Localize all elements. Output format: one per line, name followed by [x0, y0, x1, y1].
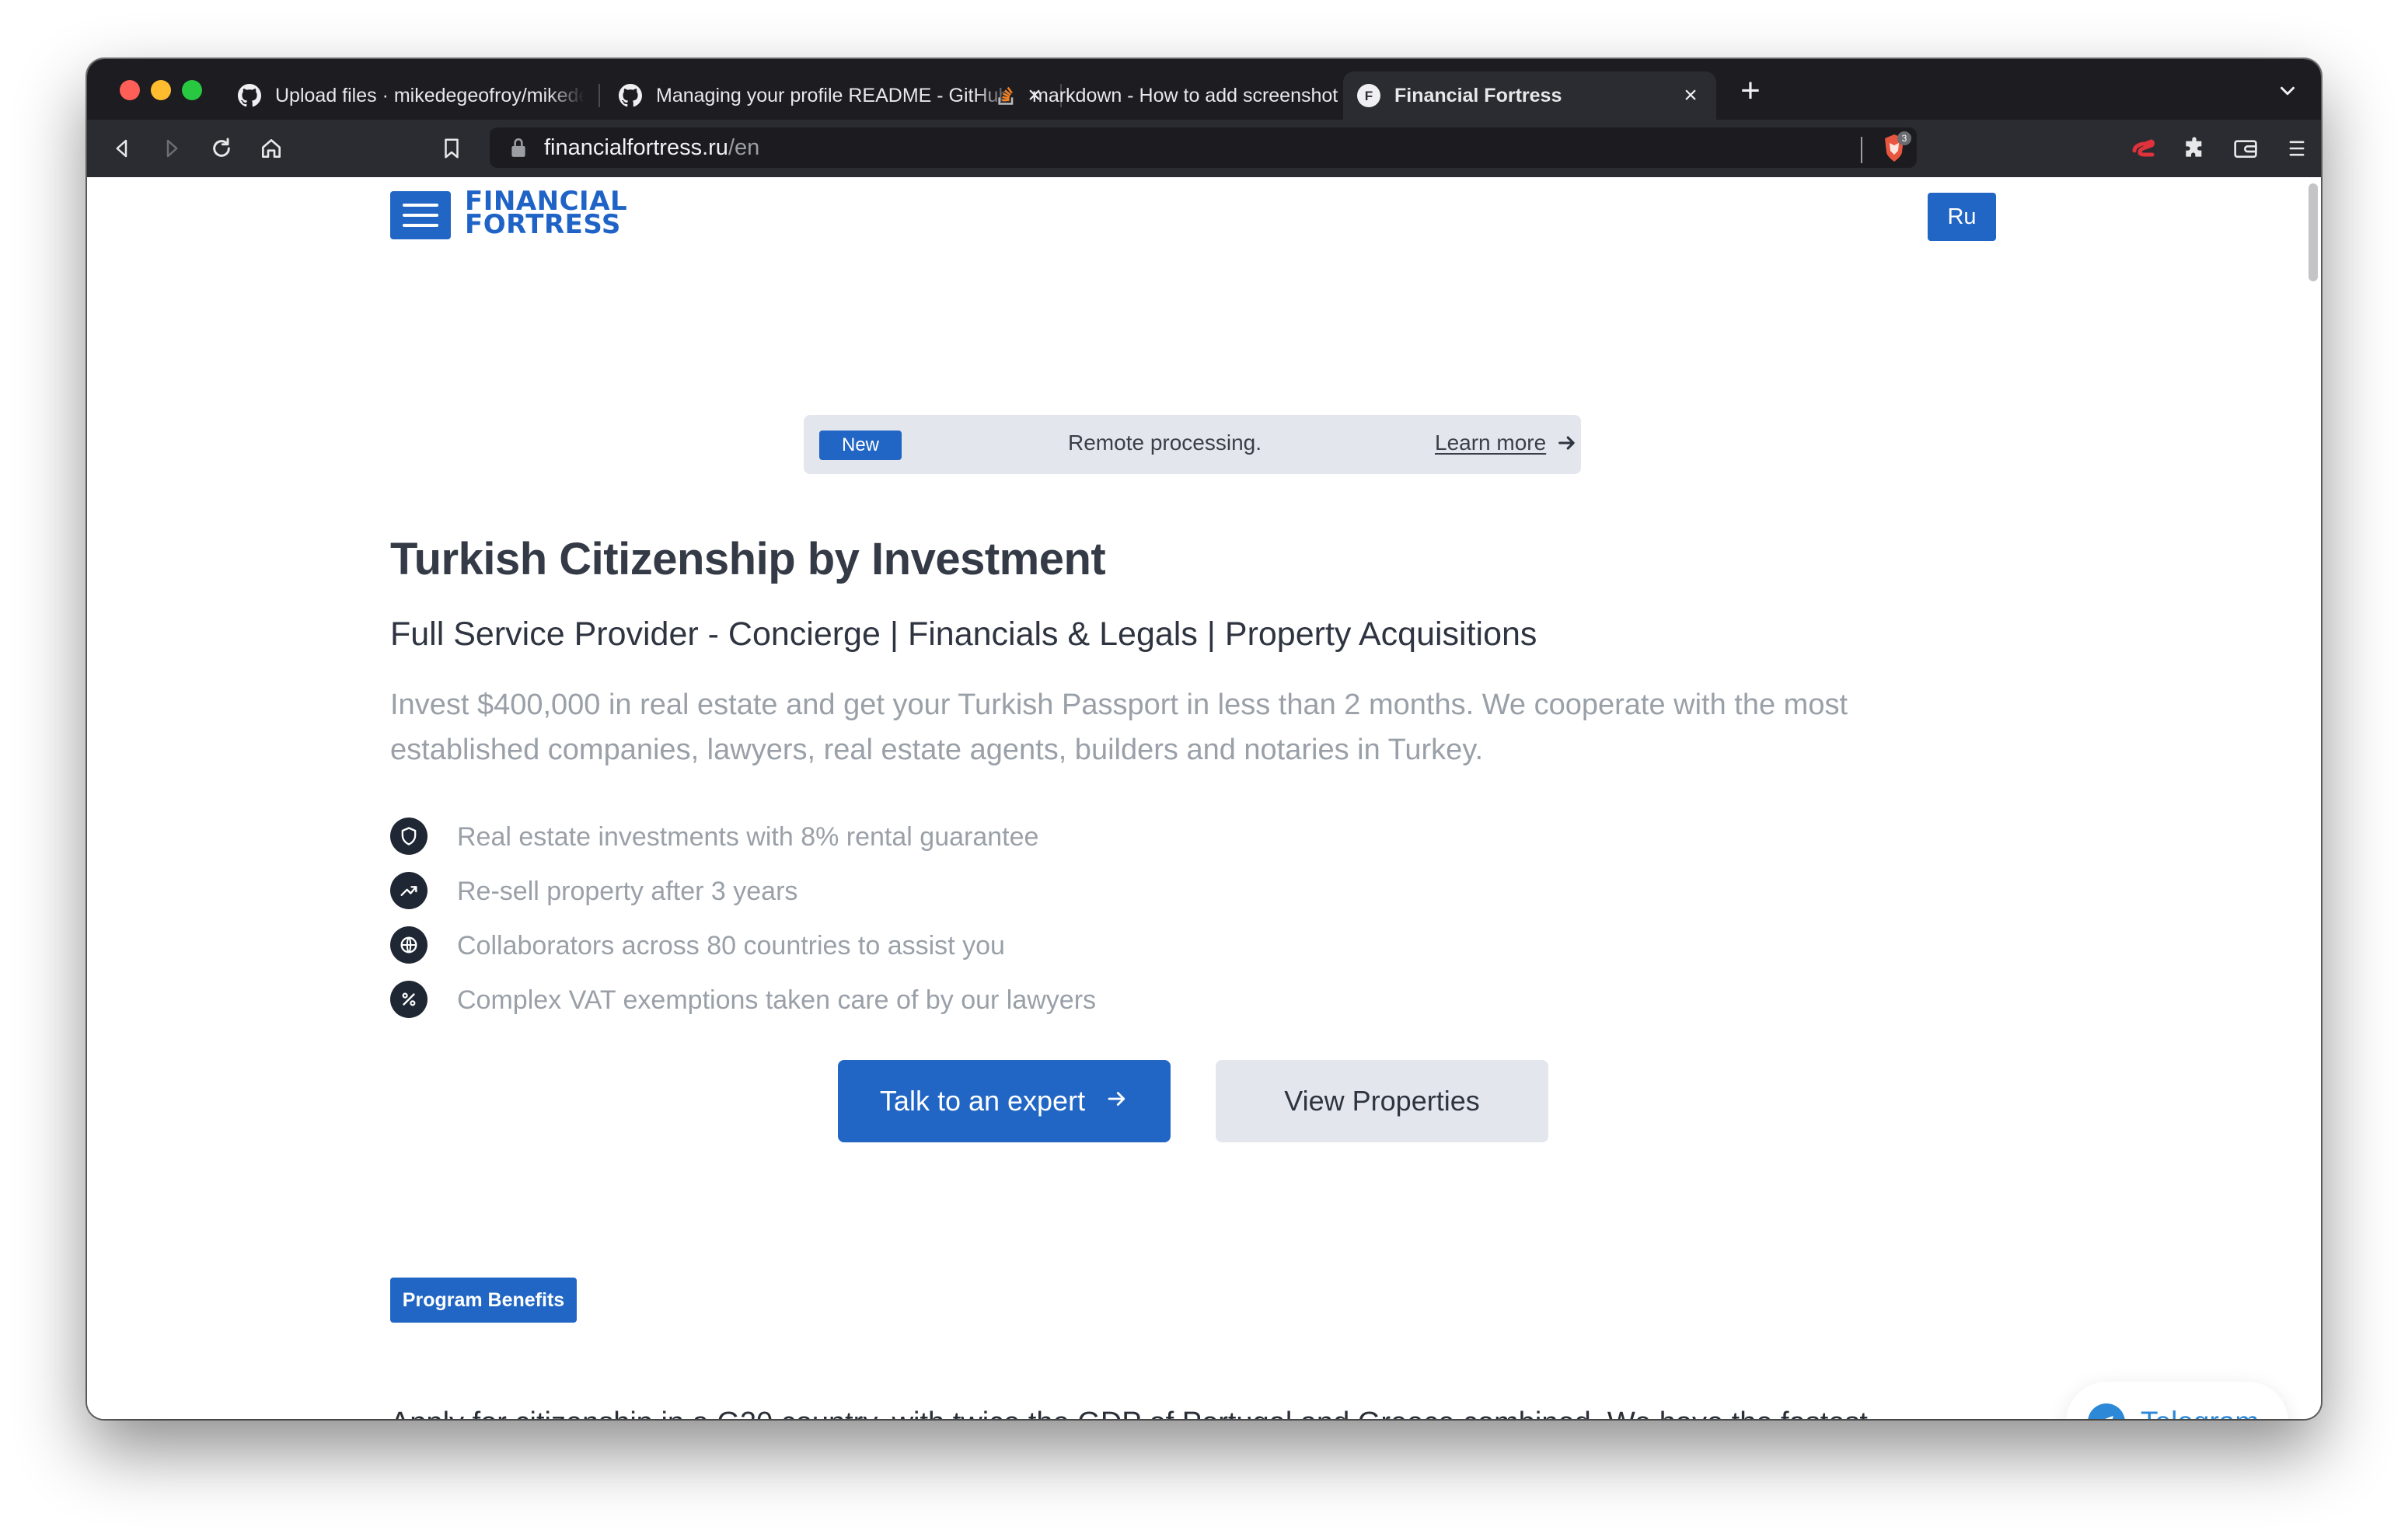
brave-shield-icon: 3 [1885, 131, 1911, 162]
main-menu-button[interactable] [2282, 134, 2312, 163]
shield-icon [390, 818, 428, 855]
home-button[interactable] [257, 134, 286, 163]
forward-arrow-icon [166, 139, 178, 158]
close-window-button[interactable] [120, 80, 140, 100]
page-viewport: FINANCIAL FORTRESS Ru New Remote process… [87, 177, 2321, 1419]
telegram-label: Telegram [2141, 1406, 2259, 1419]
logo-line-2: FORTRESS [465, 209, 621, 240]
site-favicon-icon: F [1357, 84, 1380, 107]
lock-icon [508, 137, 530, 159]
url-host: financialfortress.ru [544, 135, 728, 160]
benefits-text: Apply for citizenship in a G20 country, … [390, 1400, 1960, 1419]
site-menu-button[interactable] [390, 191, 451, 239]
list-item: Re-sell property after 3 years [390, 872, 1323, 911]
arrow-right-icon[interactable] [1556, 432, 1579, 455]
new-badge: New [819, 431, 902, 460]
reload-button[interactable] [207, 134, 236, 163]
browser-toolbar: financialfortress.ru/en 3 [87, 120, 2321, 177]
url-text: financialfortress.ru/en [544, 135, 759, 161]
maximize-window-button[interactable] [182, 80, 202, 100]
feature-text: Re-sell property after 3 years [457, 877, 798, 906]
reload-icon [213, 138, 230, 157]
program-benefits-badge: Program Benefits [390, 1278, 577, 1323]
page-title: Turkish Citizenship by Investment [390, 534, 1106, 584]
tab-strip: Upload files · mikedegeofroy/mikedegeofr… [87, 59, 2321, 120]
vpn-button[interactable] [2130, 134, 2159, 163]
chevron-down-icon[interactable] [2276, 79, 2299, 103]
menu-line [403, 204, 438, 207]
view-properties-button[interactable]: View Properties [1216, 1060, 1548, 1142]
puzzle-icon [2186, 137, 2202, 157]
shield-count: 3 [1902, 133, 1907, 144]
site-logo[interactable]: FINANCIAL FORTRESS [465, 188, 628, 240]
list-item: Collaborators across 80 countries to ass… [390, 926, 1323, 965]
wallet-button[interactable] [2231, 134, 2260, 163]
extensions-button[interactable] [2179, 134, 2209, 163]
announcement-text: Remote processing. [1068, 431, 1262, 455]
url-path: /en [728, 135, 760, 160]
tab-upload-files[interactable]: Upload files · mikedegeofroy/mikedegeofr… [224, 71, 585, 120]
feature-text: Collaborators across 80 countries to ass… [457, 931, 1005, 960]
list-item: Real estate investments with 8% rental g… [390, 818, 1323, 856]
new-tab-button[interactable]: + [1735, 74, 1766, 108]
globe-icon [390, 926, 428, 964]
menu-line [403, 214, 438, 217]
talk-to-expert-button[interactable]: Talk to an expert [838, 1060, 1171, 1142]
favicon-letter: F [1365, 89, 1373, 103]
back-button[interactable] [107, 134, 137, 163]
back-arrow-icon [116, 139, 127, 158]
list-item: Complex VAT exemptions taken care of by … [390, 981, 1323, 1020]
forward-button[interactable] [157, 134, 187, 163]
address-divider [1861, 137, 1862, 163]
home-icon [262, 139, 281, 158]
hero-subtitle: Full Service Provider - Concierge | Fina… [390, 615, 1537, 653]
brave-shields-button[interactable]: 3 [1876, 131, 1912, 166]
button-label: Talk to an expert [879, 1085, 1086, 1117]
close-tab-icon[interactable]: × [1679, 84, 1702, 107]
telegram-icon [2088, 1403, 2125, 1419]
vpn-icon [2132, 139, 2155, 157]
address-bar[interactable]: financialfortress.ru/en [490, 127, 1917, 168]
hamburger-menu-icon [2289, 141, 2305, 156]
minimize-window-button[interactable] [151, 80, 171, 100]
hero-description: Invest $400,000 in real estate and get y… [390, 689, 1848, 766]
page-scrollbar[interactable] [2309, 183, 2318, 281]
bookmark-button[interactable] [437, 134, 466, 163]
learn-more-link[interactable]: Learn more [1435, 431, 1546, 455]
arrow-right-icon [1105, 1085, 1129, 1117]
language-switch-button[interactable]: Ru [1928, 193, 1996, 241]
browser-window: Upload files · mikedegeofroy/mikedegeofr… [87, 59, 2321, 1419]
menu-line [403, 224, 438, 227]
wallet-icon [2234, 140, 2257, 159]
bookmark-icon [445, 138, 459, 159]
github-icon [238, 84, 261, 107]
announcement-banner: New Remote processing. Learn more [804, 415, 1581, 474]
tab-financial-fortress[interactable]: F Financial Fortress × [1343, 71, 1716, 120]
github-icon [619, 84, 642, 107]
tab-title: Financial Fortress [1394, 84, 1562, 106]
trending-up-icon [390, 872, 428, 909]
feature-text: Complex VAT exemptions taken care of by … [457, 985, 1097, 1015]
tab-separator [599, 84, 600, 107]
tab-title: Upload files · mikedegeofroy/mikedegeofr… [275, 84, 585, 106]
stackoverflow-icon [995, 84, 1018, 107]
telegram-chat-button[interactable]: Telegram [2066, 1382, 2288, 1419]
tab-title: Managing your profile README - GitHub Do… [656, 84, 1017, 106]
percent-icon [390, 981, 428, 1018]
feature-text: Real estate investments with 8% rental g… [457, 822, 1039, 852]
